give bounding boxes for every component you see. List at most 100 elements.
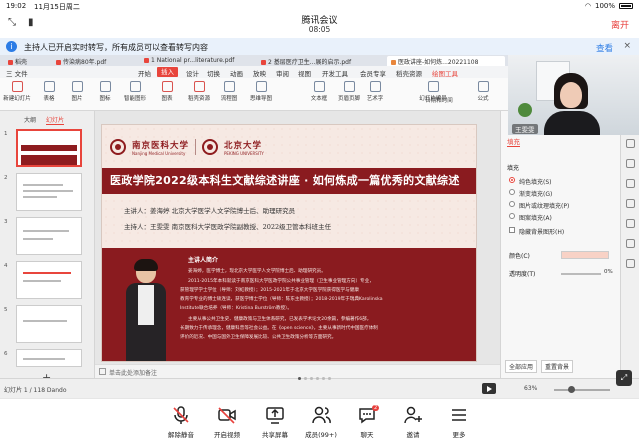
- expand-share-icon[interactable]: ⤢: [616, 370, 632, 386]
- share-icon[interactable]: [626, 239, 635, 248]
- unmute-button[interactable]: 解除静音: [158, 405, 204, 439]
- color-picker[interactable]: [561, 251, 609, 259]
- animation-icon[interactable]: [626, 179, 635, 188]
- bio-line: 姜海婷，医学博士，现北京大学医学人文学院博士后、助理研究员。: [188, 269, 326, 274]
- share-screen-button[interactable]: 共享屏幕: [252, 405, 298, 439]
- transparency-slider[interactable]: [561, 273, 601, 275]
- pku-logo: 北京大学 PEKING UNIVERSITY: [224, 140, 264, 156]
- members-button[interactable]: 成员(99+): [298, 405, 344, 439]
- menu-review[interactable]: 审阅: [276, 68, 289, 78]
- thumb-number: 3: [4, 219, 8, 225]
- settings-icon[interactable]: [626, 219, 635, 228]
- share-screen-icon: [266, 407, 284, 424]
- ppt-icon: [391, 60, 396, 65]
- leave-button[interactable]: 离开: [611, 18, 629, 31]
- wps-tab-active[interactable]: 医政讲座-如何炼...20221108: [387, 56, 505, 66]
- menu-transition[interactable]: 切换: [207, 68, 220, 78]
- tab-slides[interactable]: 幻灯片: [46, 115, 65, 125]
- layout-icon[interactable]: [626, 199, 635, 208]
- picture-fill-radio[interactable]: [509, 201, 515, 207]
- slide-thumbnail[interactable]: [16, 261, 82, 299]
- picture-button[interactable]: 图片: [62, 81, 92, 102]
- new-slide-icon: [11, 81, 23, 92]
- chart-button[interactable]: 图表: [152, 81, 182, 102]
- close-notice-icon[interactable]: ×: [623, 41, 631, 51]
- more-button[interactable]: 更多: [436, 405, 482, 439]
- slide-thumbnail[interactable]: [16, 173, 82, 211]
- menu-slideshow[interactable]: 放映: [253, 68, 266, 78]
- menu-view[interactable]: 视图: [298, 68, 311, 78]
- hide-background-checkbox[interactable]: [509, 227, 515, 233]
- table-button[interactable]: 表格: [34, 81, 64, 102]
- invite-icon: [404, 406, 422, 424]
- start-video-button[interactable]: 开启视频: [204, 405, 250, 439]
- property-pane: 填充 填充 纯色填充(S) 渐变填充(G) 图片或纹理填充(P) 图案填充(A)…: [500, 111, 620, 378]
- apply-all-button[interactable]: 全部应用: [505, 360, 538, 373]
- menu-design[interactable]: 设计: [186, 68, 199, 78]
- photo-hair: [134, 259, 158, 271]
- menu-file[interactable]: 三 文件: [6, 68, 28, 78]
- slide-thumbnail[interactable]: [16, 305, 82, 343]
- menu-insert[interactable]: 插入: [157, 67, 178, 77]
- bio-line: 教育学专业的博士硕连读，获医学博士学位（导师：陈东主教授）；2018-2019年…: [180, 297, 383, 302]
- transparency-label: 透明度(T): [509, 271, 536, 278]
- format-icon[interactable]: [626, 139, 635, 148]
- reset-background-button[interactable]: 重置背景: [541, 360, 574, 373]
- pattern-fill-radio[interactable]: [509, 213, 515, 219]
- formula-button[interactable]: 公式: [468, 81, 498, 102]
- slide-thumbnail[interactable]: [16, 129, 82, 167]
- textbox-button[interactable]: 文本框: [304, 81, 334, 102]
- thumb-number: 6: [4, 351, 8, 357]
- pane-tab-fill[interactable]: 填充: [507, 136, 520, 147]
- slide-canvas[interactable]: 南京医科大学 Nanjing Medical University 北京大学 P…: [101, 124, 477, 362]
- system-status-bar: 19:02 11月15日周二 ◠ 100%: [0, 0, 639, 12]
- smartart-button[interactable]: 智能图形: [120, 81, 150, 102]
- slide-thumbnail[interactable]: [16, 349, 82, 367]
- thumb-bio-band: [21, 155, 77, 165]
- wps-tab[interactable]: 稻壳: [4, 56, 50, 66]
- wordart-button[interactable]: 艺术字: [360, 81, 390, 102]
- wifi-icon: ◠: [584, 2, 591, 10]
- menu-devtools[interactable]: 开发工具: [322, 68, 348, 78]
- zoom-slider[interactable]: [554, 389, 610, 391]
- wordart-icon: [369, 81, 381, 92]
- invite-button[interactable]: 邀请: [390, 405, 436, 439]
- slide-number-icon: [427, 81, 439, 92]
- notes-bar[interactable]: 单击此处添加备注: [95, 364, 510, 378]
- clock: 19:02: [6, 2, 27, 10]
- wps-tab[interactable]: 2 基层医疗卫生...展的启示.pdf: [257, 56, 385, 66]
- zoom-slider-knob[interactable]: [568, 386, 575, 393]
- page-dot: [310, 377, 313, 380]
- date-time-button[interactable]: 日期和时间: [422, 96, 456, 104]
- flowchart-button[interactable]: 流程图: [214, 81, 244, 102]
- gradient-fill-radio[interactable]: [509, 189, 515, 195]
- icon-button[interactable]: 图标: [90, 81, 120, 102]
- menu-home[interactable]: 开始: [138, 68, 151, 78]
- transcription-notice: i 主持人已开启实时转写，所有成员可以查看转写内容 查看 ×: [0, 38, 639, 55]
- view-transcript-link[interactable]: 查看: [596, 42, 613, 54]
- help-icon[interactable]: [626, 259, 635, 268]
- menu-member[interactable]: 会员专享: [360, 68, 386, 78]
- slide-thumbnail[interactable]: [16, 217, 82, 255]
- gradient-fill-label: 渐变填充(G): [519, 191, 553, 198]
- menu-animation[interactable]: 动画: [230, 68, 243, 78]
- participant-video[interactable]: 王雯雯: [508, 55, 639, 135]
- thumb-number: 5: [4, 307, 8, 313]
- pdf-icon: [144, 58, 149, 63]
- header-footer-button[interactable]: 页眉页脚: [334, 81, 364, 102]
- new-slide-button[interactable]: 新建幻灯片: [2, 81, 32, 102]
- menu-drawing-tools[interactable]: 绘图工具: [432, 68, 458, 78]
- menu-resources[interactable]: 稻壳资源: [396, 68, 422, 78]
- picture-fill-label: 图片或纹理填充(P): [519, 203, 570, 210]
- status-right: ◠ 100%: [585, 2, 633, 10]
- wps-tab[interactable]: 1 National pr...literature.pdf: [140, 56, 255, 66]
- solid-fill-radio[interactable]: [509, 177, 515, 183]
- mindmap-button[interactable]: 思维导图: [246, 81, 276, 102]
- video-face: [560, 82, 582, 108]
- wps-tab[interactable]: 传染病80年.pdf: [52, 56, 138, 66]
- tab-outline[interactable]: 大纲: [24, 115, 36, 124]
- chat-button[interactable]: 2 聊天: [344, 405, 390, 439]
- play-slideshow-button[interactable]: [482, 383, 496, 394]
- resource-button[interactable]: 稻壳资源: [184, 81, 214, 102]
- shape-icon[interactable]: [626, 159, 635, 168]
